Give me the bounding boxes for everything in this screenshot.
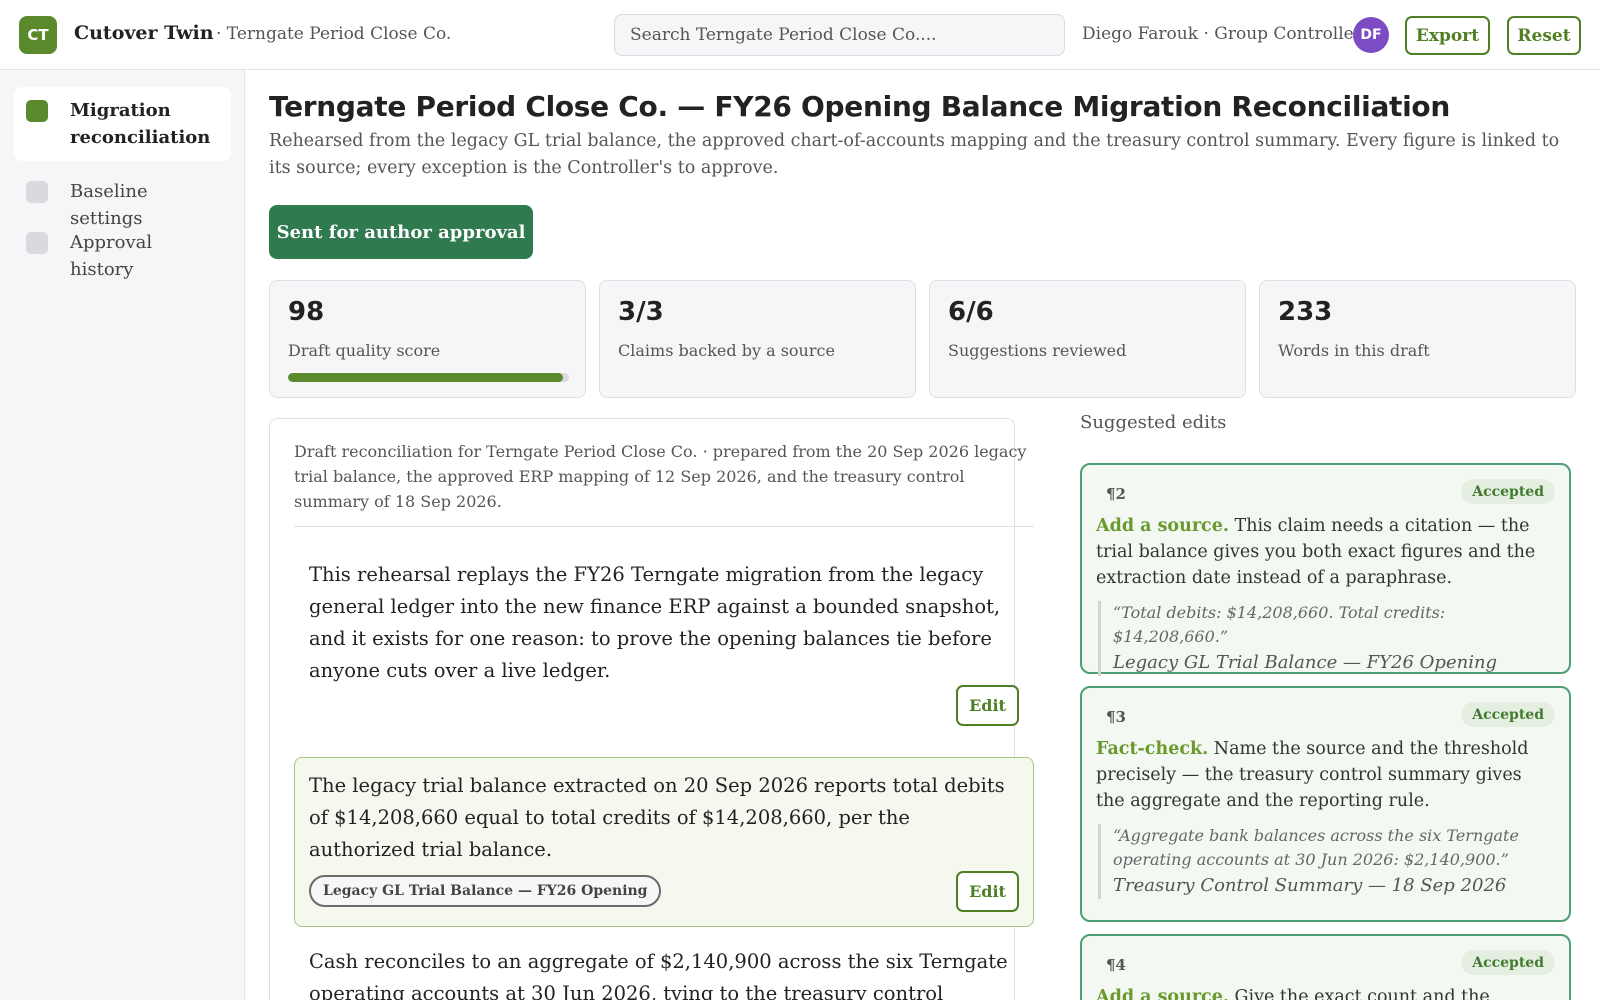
paragraph-text: This rehearsal replays the FY26 Terngate…: [309, 563, 1001, 682]
page-subtitle: Rehearsed from the legacy GL trial balan…: [269, 131, 1560, 178]
stat-value: 233: [1278, 297, 1333, 327]
status-badge: Accepted: [1461, 950, 1555, 975]
status-button[interactable]: Sent for author approval: [269, 205, 533, 259]
main-content: Terngate Period Close Co. — FY26 Opening…: [245, 70, 1600, 1000]
paragraph-text: The legacy trial balance extracted on 20…: [309, 774, 1005, 861]
stat-label: Claims backed by a source: [618, 341, 835, 360]
paragraph-text: Cash reconciles to an aggregate of $2,14…: [309, 950, 1008, 1000]
avatar[interactable]: DF: [1353, 17, 1389, 53]
draft-panel: Draft reconciliation for Terngate Period…: [269, 418, 1034, 1000]
divider: [294, 526, 1034, 527]
suggestion-card[interactable]: ¶3 Accepted Fact-check. Name the source …: [1080, 686, 1571, 922]
stat-value: 3/3: [618, 297, 664, 327]
quote-text: “Total debits: $14,208,660. Total credit…: [1113, 603, 1446, 646]
quote-source: Legacy GL Trial Balance — FY26 Opening: [1113, 652, 1498, 673]
stat-label: Words in this draft: [1278, 341, 1430, 360]
source-quote: “Aggregate bank balances across the six …: [1098, 824, 1546, 899]
stat-card-claims: 3/3 Claims backed by a source: [599, 280, 916, 398]
paragraph-ref: ¶4: [1106, 956, 1126, 974]
suggestion-card[interactable]: ¶2 Accepted Add a source. This claim nee…: [1080, 463, 1571, 676]
suggestion-body: Add a source. Give the exact count and t…: [1096, 984, 1552, 1000]
stat-label: Draft quality score: [288, 341, 441, 360]
sidebar-item-migration-reconciliation[interactable]: Migration reconciliation: [14, 87, 231, 161]
source-quote: “Total debits: $14,208,660. Total credit…: [1098, 601, 1546, 676]
square-marker-icon: [26, 232, 48, 254]
sidebar-item-label: Approval history: [70, 232, 153, 280]
stat-value: 6/6: [948, 297, 994, 327]
draft-paragraph-3[interactable]: Cash reconciles to an aggregate of $2,14…: [294, 933, 1034, 1000]
sidebar-item-approval-history[interactable]: Approval history: [14, 219, 231, 293]
draft-meta: Draft reconciliation for Terngate Period…: [294, 442, 1027, 511]
source-chip[interactable]: Legacy GL Trial Balance — FY26 Opening: [309, 875, 662, 907]
suggestions-heading: Suggested edits: [1080, 412, 1227, 433]
square-marker-icon: [26, 100, 48, 122]
status-badge: Accepted: [1461, 479, 1555, 504]
app-name: Cutover Twin: [74, 22, 214, 44]
stat-value: 98: [288, 297, 325, 327]
suggestion-body: Add a source. This claim needs a citatio…: [1096, 513, 1552, 591]
quote-source: Treasury Control Summary — 18 Sep 2026: [1113, 875, 1507, 896]
app-logo[interactable]: CT: [19, 16, 57, 54]
draft-paragraph-1[interactable]: This rehearsal replays the FY26 Terngate…: [294, 546, 1034, 736]
org-name: · Terngate Period Close Co.: [216, 24, 452, 44]
reset-button[interactable]: Reset: [1507, 16, 1581, 55]
status-badge: Accepted: [1461, 702, 1555, 727]
search-input[interactable]: [614, 14, 1065, 56]
suggestion-body: Fact-check. Name the source and the thre…: [1096, 736, 1552, 814]
paragraph-ref: ¶3: [1106, 708, 1126, 726]
quote-text: “Aggregate bank balances across the six …: [1113, 826, 1519, 869]
sidebar-item-label: Migration reconciliation: [70, 100, 211, 148]
page-title: Terngate Period Close Co. — FY26 Opening…: [269, 90, 1450, 123]
edit-button[interactable]: Edit: [956, 685, 1019, 726]
edit-button[interactable]: Edit: [956, 871, 1019, 912]
suggestion-card[interactable]: ¶4 Accepted Add a source. Give the exact…: [1080, 934, 1571, 1000]
stat-card-suggestions: 6/6 Suggestions reviewed: [929, 280, 1246, 398]
square-marker-icon: [26, 181, 48, 203]
paragraph-ref: ¶2: [1106, 485, 1126, 503]
stat-card-words: 233 Words in this draft: [1259, 280, 1576, 398]
quality-progress-bar: [288, 373, 569, 382]
suggestion-kind: Fact-check.: [1096, 739, 1209, 759]
suggestion-kind: Add a source.: [1096, 987, 1229, 1000]
draft-paragraph-2[interactable]: The legacy trial balance extracted on 20…: [294, 757, 1034, 927]
stat-card-quality: 98 Draft quality score: [269, 280, 586, 398]
export-button[interactable]: Export: [1405, 16, 1490, 55]
quality-progress-fill: [288, 373, 564, 382]
top-bar: CT Cutover Twin · Terngate Period Close …: [0, 0, 1600, 70]
stat-label: Suggestions reviewed: [948, 341, 1127, 360]
suggestion-kind: Add a source.: [1096, 516, 1229, 536]
user-name: Diego Farouk · Group Controller: [1082, 24, 1362, 44]
sidebar: Migration reconciliation Baseline settin…: [0, 70, 245, 1000]
